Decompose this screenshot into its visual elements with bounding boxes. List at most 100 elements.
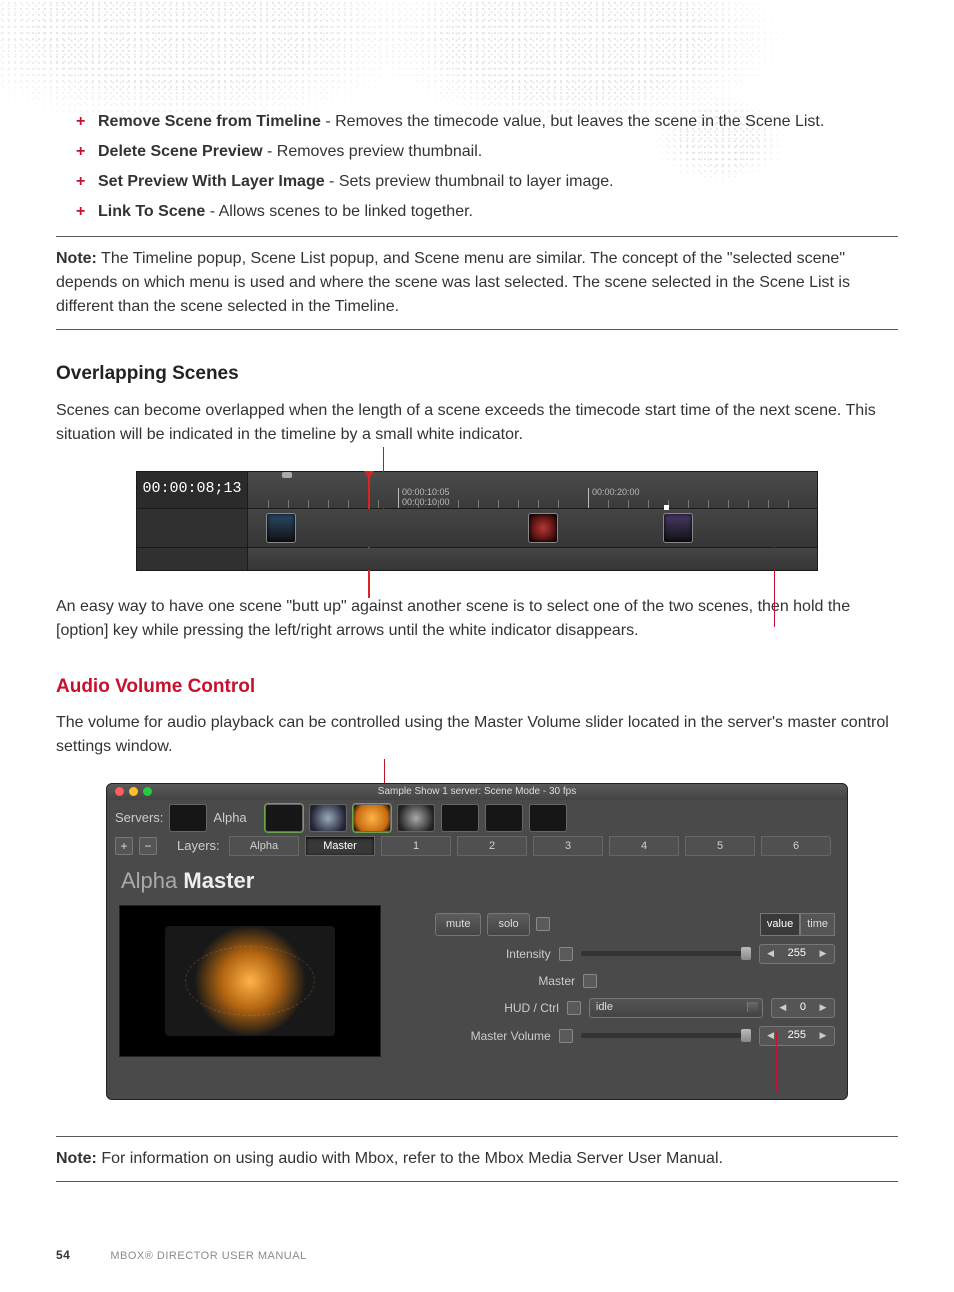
term: Link To Scene [98,203,205,220]
tab-3[interactable]: 3 [533,836,603,856]
mute-button[interactable]: mute [435,913,481,936]
hud-value[interactable]: ◀0▶ [771,998,835,1018]
timeline-track[interactable] [248,509,817,547]
master-window: Sample Show 1 server: Scene Mode - 30 fp… [106,783,848,1100]
master-window-figure: Sample Show 1 server: Scene Mode - 30 fp… [56,783,898,1100]
caret-left-icon[interactable]: ◀ [772,1001,794,1015]
time-tab[interactable]: time [800,913,835,936]
note-body: The Timeline popup, Scene List popup, an… [56,250,850,315]
master-volume-value[interactable]: ◀255▶ [759,1026,835,1046]
divider [56,1136,898,1137]
term: Delete Scene Preview [98,143,263,160]
layer-thumb[interactable] [529,804,567,832]
timeline-figure: 00:00:08;13 00:00:10:05 00:00:10:00 00:0… [56,471,898,571]
layers-label: Layers: [177,836,223,856]
tab-alpha[interactable]: Alpha [229,836,299,856]
tab-2[interactable]: 2 [457,836,527,856]
checkbox[interactable] [536,917,550,931]
term: Set Preview With Layer Image [98,173,325,190]
preview-image [165,926,335,1036]
remove-button[interactable]: − [139,837,157,855]
layer-thumb[interactable] [309,804,347,832]
overlap-indicator [664,505,669,510]
window-controls[interactable] [115,787,152,796]
scene-clip[interactable] [266,513,296,543]
desc: - Removes preview thumbnail. [263,143,483,160]
preview-area [119,905,381,1057]
value-time-toggle[interactable]: value time [760,913,835,936]
list-item: Link To Scene - Allows scenes to be link… [76,200,898,224]
timeline-ruler: 00:00:10:05 00:00:10:00 00:00:20:00 [248,472,817,508]
master-volume-label: Master Volume [455,1027,551,1045]
alpha-label: Alpha [213,808,259,828]
layer-thumb[interactable] [397,804,435,832]
add-button[interactable]: + [115,837,133,855]
paragraph: The volume for audio playback can be con… [56,711,898,759]
caret-left-icon[interactable]: ◀ [760,1029,782,1043]
heading-overlapping: Overlapping Scenes [56,360,898,389]
value-tab[interactable]: value [760,913,800,936]
checkbox[interactable] [583,974,597,988]
intensity-slider[interactable] [581,951,751,956]
servers-label: Servers: [115,808,163,828]
checkbox[interactable] [567,1001,581,1015]
layer-thumb[interactable] [485,804,523,832]
caret-left-icon[interactable]: ◀ [760,947,782,961]
caret-right-icon[interactable]: ▶ [812,947,834,961]
solo-button[interactable]: solo [487,913,529,936]
window-titlebar: Sample Show 1 server: Scene Mode - 30 fp… [107,784,847,800]
layer-thumb[interactable] [265,804,303,832]
desc: - Removes the timecode value, but leaves… [321,113,824,130]
scene-clip[interactable] [528,513,558,543]
layer-thumb[interactable] [441,804,479,832]
page-number: 54 [56,1246,70,1264]
bullet-list: Remove Scene from Timeline - Removes the… [76,110,898,224]
tab-6[interactable]: 6 [761,836,831,856]
tab-4[interactable]: 4 [609,836,679,856]
layer-thumb[interactable] [353,804,391,832]
zoom-icon[interactable] [143,787,152,796]
doc-title: MBOX® DIRECTOR USER MANUAL [110,1248,306,1265]
scene-clip[interactable] [663,513,693,543]
divider [56,1181,898,1182]
desc: - Allows scenes to be linked together. [205,203,473,220]
callout-line [776,1031,777,1091]
hud-label: HUD / Ctrl [463,999,559,1017]
intensity-value[interactable]: ◀255▶ [759,944,835,964]
note-label: Note: [56,250,97,267]
tab-5[interactable]: 5 [685,836,755,856]
hud-select[interactable]: idle [589,998,763,1018]
divider [56,236,898,237]
master-volume-slider[interactable] [581,1033,751,1038]
caret-right-icon[interactable]: ▶ [812,1029,834,1043]
window-title: Sample Show 1 server: Scene Mode - 30 fp… [378,786,576,797]
server-thumb[interactable] [169,804,207,832]
minimize-icon[interactable] [129,787,138,796]
ruler-label: 00:00:20:00 [592,486,640,500]
heading-audio: Audio Volume Control [56,673,898,702]
timecode-display: 00:00:08;13 [137,472,248,508]
ruler-label: 00:00:10:00 [402,496,450,510]
paragraph: An easy way to have one scene "butt up" … [56,595,898,643]
divider [56,329,898,330]
tab-master[interactable]: Master [305,836,375,856]
tab-1[interactable]: 1 [381,836,451,856]
note-block: Note: The Timeline popup, Scene List pop… [56,247,898,319]
note-block: Note: For information on using audio wit… [56,1147,898,1171]
list-item: Delete Scene Preview - Removes preview t… [76,140,898,164]
zoom-knob[interactable] [282,472,292,478]
page-footer: 54 MBOX® DIRECTOR USER MANUAL [56,1246,898,1265]
note-label: Note: [56,1150,97,1167]
checkbox[interactable] [559,1029,573,1043]
panel-title: Alpha Master [107,862,847,899]
checkbox[interactable] [559,947,573,961]
list-item: Set Preview With Layer Image - Sets prev… [76,170,898,194]
desc: - Sets preview thumbnail to layer image. [325,173,614,190]
term: Remove Scene from Timeline [98,113,321,130]
master-label: Master [479,972,575,990]
note-body: For information on using audio with Mbox… [97,1150,723,1167]
close-icon[interactable] [115,787,124,796]
caret-right-icon[interactable]: ▶ [812,1001,834,1015]
list-item: Remove Scene from Timeline - Removes the… [76,110,898,134]
paragraph: Scenes can become overlapped when the le… [56,399,898,447]
